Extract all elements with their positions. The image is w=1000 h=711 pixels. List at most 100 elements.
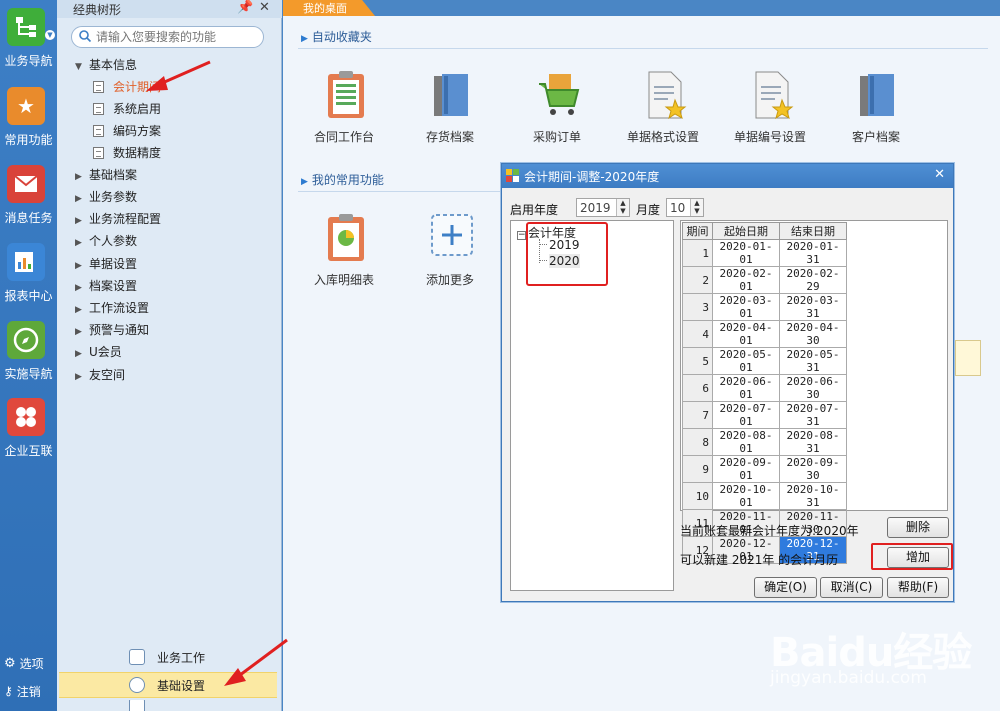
start-year-stepper[interactable]: ▲ ▼ <box>576 198 630 217</box>
tree-leaf-accounting-period[interactable]: 会计期间 <box>93 78 161 96</box>
end-date-cell[interactable]: 2020-09-30 <box>779 455 847 483</box>
end-date-cell[interactable]: 2020-08-31 <box>779 428 847 456</box>
help-button[interactable]: 帮助(F) <box>887 577 949 598</box>
table-row[interactable]: 8 2020-08-01 2020-08-31 <box>682 428 847 456</box>
document-icon <box>93 103 104 115</box>
tree-node-basic-info[interactable]: ▼ 基本信息 <box>75 56 137 74</box>
logout-button[interactable]: ⚷ 注销 <box>4 680 58 702</box>
rail-item-enterprise[interactable]: 企业互联 <box>0 394 57 470</box>
start-date-cell[interactable]: 2020-04-01 <box>712 320 780 348</box>
collapse-box-icon[interactable]: − <box>517 231 526 240</box>
watermark: Baidu经验 jingyan.baidu.com <box>770 620 990 690</box>
side-note-panel <box>955 340 981 376</box>
app-tile-doc-number-settings[interactable]: 单据编号设置 <box>720 70 820 150</box>
search-input[interactable] <box>96 29 260 45</box>
app-tile-inbound-detail[interactable]: 入库明细表 <box>294 213 394 293</box>
tree-leaf-coding-scheme[interactable]: 编码方案 <box>93 122 161 140</box>
month-label: 月度 <box>636 203 661 217</box>
period-number-cell[interactable]: 9 <box>682 455 713 483</box>
tree-node-group[interactable]: ▶ 档案设置 <box>75 277 137 295</box>
period-number-cell[interactable]: 8 <box>682 428 713 456</box>
tab-my-desktop[interactable]: 我的桌面 <box>283 0 375 16</box>
section-divider <box>298 48 988 49</box>
app-tile-add-more[interactable]: 添加更多 <box>400 213 500 293</box>
tree-node-group[interactable]: ▶ U会员 <box>75 343 122 361</box>
tree-node-group[interactable]: ▶ 个人参数 <box>75 232 137 250</box>
end-date-cell[interactable]: 2020-05-31 <box>779 347 847 375</box>
table-row[interactable]: 5 2020-05-01 2020-05-31 <box>682 347 847 375</box>
tree-node-group[interactable]: ▶ 单据设置 <box>75 255 137 273</box>
spin-down-icon[interactable]: ▼ <box>616 207 629 216</box>
tree-node-group[interactable]: ▶ 预警与通知 <box>75 321 149 339</box>
start-date-cell[interactable]: 2020-08-01 <box>712 428 780 456</box>
month-input[interactable] <box>670 200 690 215</box>
section-divider <box>298 191 508 192</box>
tree-node-group[interactable]: ▶ 基础档案 <box>75 166 137 184</box>
rail-item-business-nav[interactable]: ▼ 业务导航 <box>0 4 57 80</box>
period-number-cell[interactable]: 7 <box>682 401 713 429</box>
period-number-cell[interactable]: 6 <box>682 374 713 402</box>
tree-node-group[interactable]: ▶ 业务参数 <box>75 188 137 206</box>
end-date-cell[interactable]: 2020-03-31 <box>779 293 847 321</box>
rail-item-implementation[interactable]: 实施导航 <box>0 317 57 393</box>
period-number-cell[interactable]: 3 <box>682 293 713 321</box>
tree-node-group[interactable]: ▶ 友空间 <box>75 366 125 384</box>
month-stepper[interactable]: ▲ ▼ <box>666 198 704 217</box>
start-date-cell[interactable]: 2020-02-01 <box>712 266 780 294</box>
end-date-cell[interactable]: 2020-06-30 <box>779 374 847 402</box>
table-row[interactable]: 7 2020-07-01 2020-07-31 <box>682 401 847 429</box>
table-row[interactable]: 4 2020-04-01 2020-04-30 <box>682 320 847 348</box>
period-number-cell[interactable]: 2 <box>682 266 713 294</box>
table-row[interactable]: 6 2020-06-01 2020-06-30 <box>682 374 847 402</box>
start-date-cell[interactable]: 2020-09-01 <box>712 455 780 483</box>
app-tile-label: 合同工作台 <box>313 130 374 144</box>
start-date-cell[interactable]: 2020-05-01 <box>712 347 780 375</box>
close-icon[interactable]: ✕ <box>259 0 270 15</box>
table-row[interactable]: 9 2020-09-01 2020-09-30 <box>682 455 847 483</box>
end-date-cell[interactable]: 2020-10-31 <box>779 482 847 510</box>
table-row[interactable]: 2 2020-02-01 2020-02-29 <box>682 266 847 294</box>
start-year-input[interactable] <box>580 200 610 215</box>
start-date-cell[interactable]: 2020-07-01 <box>712 401 780 429</box>
end-date-cell[interactable]: 2020-02-29 <box>779 266 847 294</box>
end-date-cell[interactable]: 2020-04-30 <box>779 320 847 348</box>
nav-system-service[interactable] <box>59 700 277 711</box>
period-number-cell[interactable]: 5 <box>682 347 713 375</box>
tree-node-group[interactable]: ▶ 工作流设置 <box>75 299 149 317</box>
function-search-box[interactable] <box>71 26 264 48</box>
nav-basic-settings[interactable]: 基础设置 <box>59 672 277 698</box>
table-row[interactable]: 1 2020-01-01 2020-01-31 <box>682 239 847 267</box>
rail-item-messages[interactable]: 消息任务 <box>0 161 57 237</box>
chevron-down-icon[interactable]: ▼ <box>45 30 55 40</box>
tree-leaf-data-precision[interactable]: 数据精度 <box>93 144 161 162</box>
close-icon[interactable]: ✕ <box>934 167 945 182</box>
period-number-cell[interactable]: 1 <box>682 239 713 267</box>
app-tile-contract-workbench[interactable]: 合同工作台 <box>294 70 394 150</box>
spin-down-icon[interactable]: ▼ <box>690 207 703 216</box>
start-date-cell[interactable]: 2020-01-01 <box>712 239 780 267</box>
app-tile-inventory-file[interactable]: 存货档案 <box>400 70 500 150</box>
cancel-button[interactable]: 取消(C) <box>820 577 883 598</box>
end-date-cell[interactable]: 2020-07-31 <box>779 401 847 429</box>
ok-button[interactable]: 确定(O) <box>754 577 817 598</box>
rail-item-reports[interactable]: 报表中心 <box>0 239 57 315</box>
start-date-cell[interactable]: 2020-06-01 <box>712 374 780 402</box>
tree-node-label: 预警与通知 <box>89 323 150 337</box>
end-date-cell[interactable]: 2020-01-31 <box>779 239 847 267</box>
tree-node-group[interactable]: ▶ 业务流程配置 <box>75 210 161 228</box>
app-tile-customer-file[interactable]: 客户档案 <box>826 70 926 150</box>
period-number-cell[interactable]: 4 <box>682 320 713 348</box>
rail-item-common-functions[interactable]: ★ 常用功能 <box>0 83 57 159</box>
start-date-cell[interactable]: 2020-10-01 <box>712 482 780 510</box>
app-tile-purchase-order[interactable]: 采购订单 <box>507 70 607 150</box>
options-button[interactable]: ⚙ 选项 <box>4 652 58 674</box>
app-tile-doc-format-settings[interactable]: 单据格式设置 <box>613 70 713 150</box>
period-number-cell[interactable]: 10 <box>682 482 713 510</box>
table-row[interactable]: 10 2020-10-01 2020-10-31 <box>682 482 847 510</box>
pin-icon[interactable]: 📌 <box>237 0 253 15</box>
tree-leaf-system-enable[interactable]: 系统启用 <box>93 100 161 118</box>
nav-business-work[interactable]: 业务工作 <box>59 644 277 670</box>
table-row[interactable]: 3 2020-03-01 2020-03-31 <box>682 293 847 321</box>
delete-button[interactable]: 删除 <box>887 517 949 538</box>
start-date-cell[interactable]: 2020-03-01 <box>712 293 780 321</box>
